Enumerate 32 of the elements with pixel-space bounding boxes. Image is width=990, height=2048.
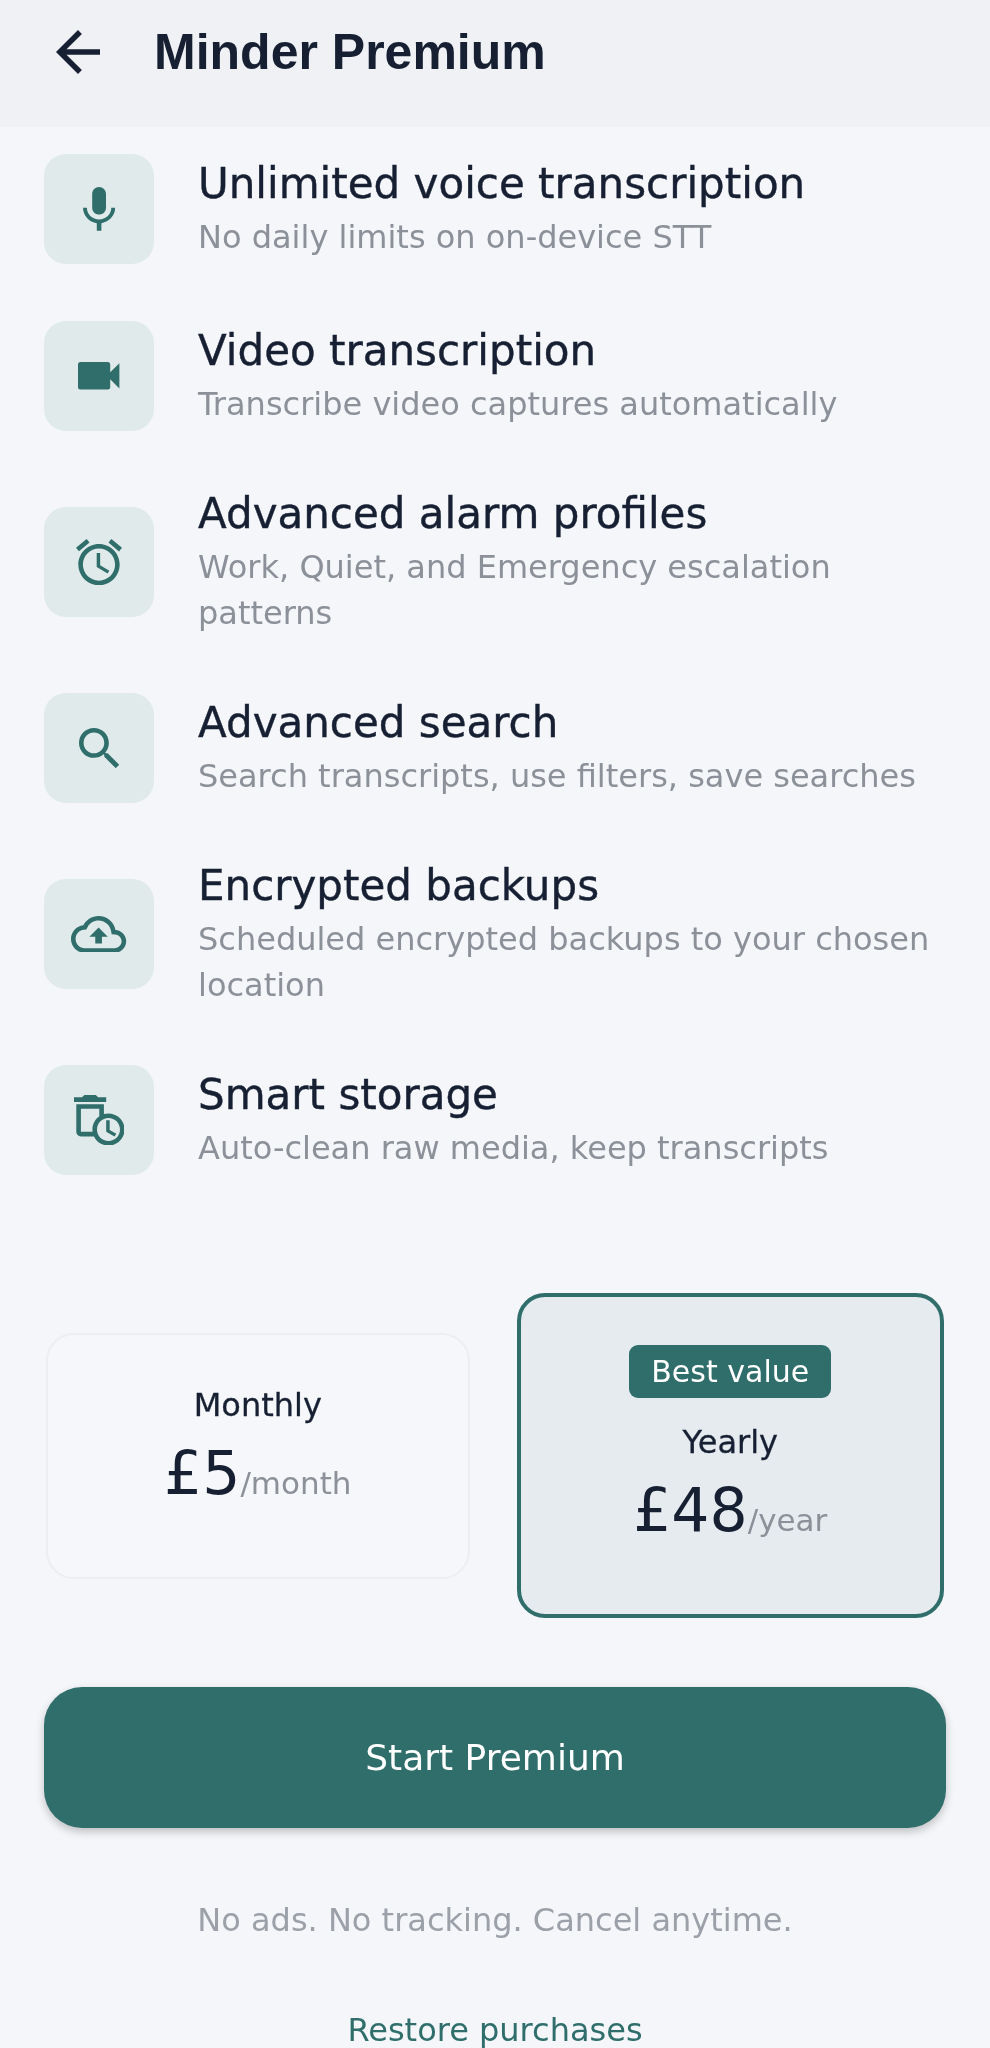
feature-description: No daily limits on on-device STT <box>198 217 713 258</box>
page-title: Minder Premium <box>154 23 546 82</box>
feature-description: Scheduled encrypted backups to your chosen location <box>198 919 931 1006</box>
plan-period: /year <box>747 1502 828 1538</box>
feature-title: Encrypted backups <box>198 860 601 912</box>
feature-description: Work, Quiet, and Emergency escalation patterns <box>198 547 832 634</box>
search-icon <box>44 693 154 803</box>
feature-title: Video transcription <box>198 325 598 377</box>
footer-note: No ads. No tracking. Cancel anytime. <box>196 1900 794 1941</box>
feature-description: Transcribe video captures automatically <box>198 384 838 425</box>
back-arrow-icon[interactable] <box>56 30 100 74</box>
plan-price: £5 <box>164 1437 241 1508</box>
restore-purchases-link[interactable]: Restore purchases <box>347 2008 643 2048</box>
plan-price: £48 <box>633 1475 748 1545</box>
plan-period: /month <box>240 1464 352 1501</box>
plan-name: Monthly <box>193 1384 322 1426</box>
trash-clock-icon <box>44 1065 154 1175</box>
plan-option[interactable]: Monthly £5/month <box>46 1332 470 1579</box>
feature-description: Search transcripts, use filters, save searches <box>198 756 916 797</box>
microphone-icon <box>44 154 154 264</box>
feature-title: Advanced search <box>198 697 560 749</box>
plan-tag: Best value <box>629 1345 832 1398</box>
plan-name: Yearly <box>682 1422 779 1463</box>
plan-option[interactable]: Best value Yearly £48/year <box>516 1293 944 1618</box>
cloud-upload-icon <box>44 879 154 989</box>
start-premium-button[interactable]: Start Premium <box>44 1687 946 1828</box>
feature-title: Unlimited voice transcription <box>198 158 806 210</box>
alarm-clock-icon <box>44 507 154 617</box>
feature-description: Auto-clean raw media, keep transcripts <box>198 1128 829 1169</box>
feature-title: Smart storage <box>198 1069 499 1121</box>
video-camera-icon <box>44 321 154 431</box>
feature-title: Advanced alarm profiles <box>198 488 709 540</box>
